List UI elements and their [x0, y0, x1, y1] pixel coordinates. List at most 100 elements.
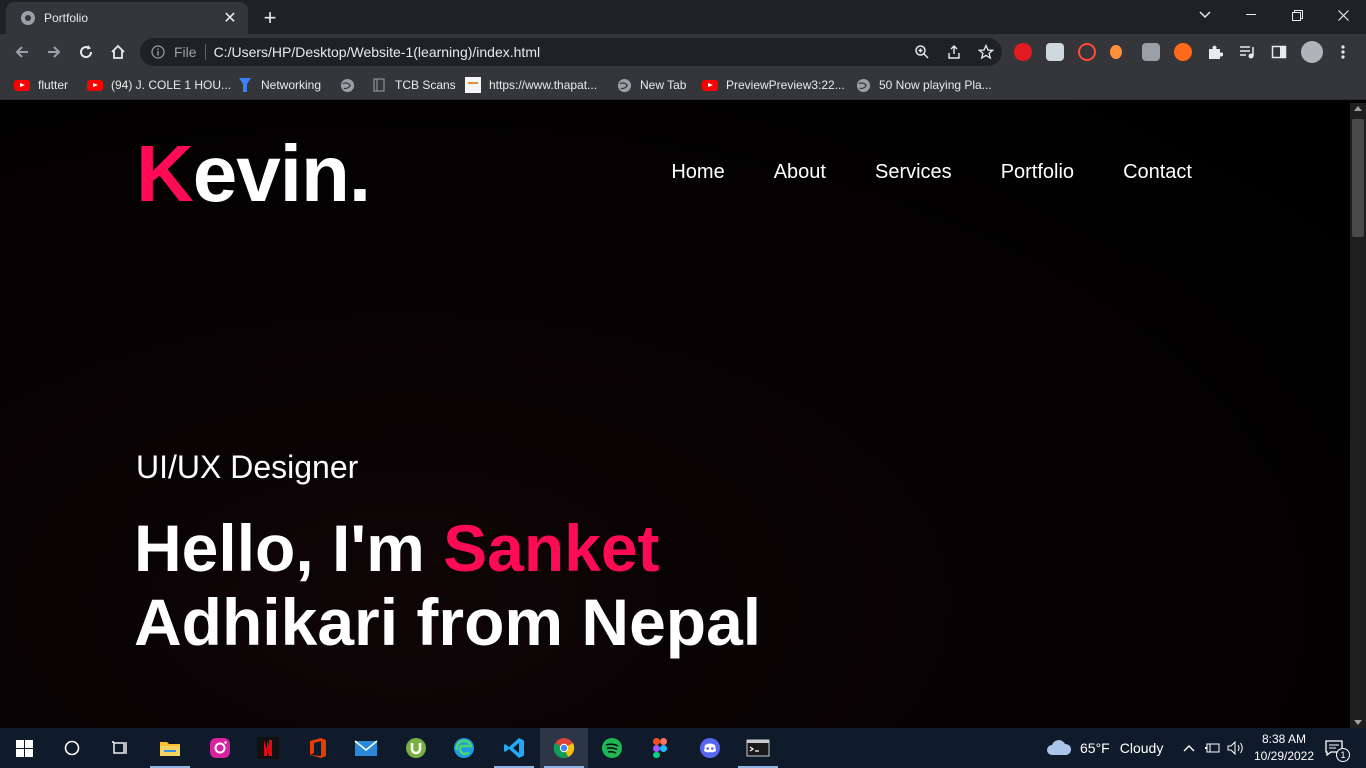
taskbar-clock[interactable]: 8:38 AM 10/29/2022: [1246, 731, 1322, 765]
weather-condition: Cloudy: [1119, 740, 1164, 756]
bookmark-flutter[interactable]: flutter: [14, 76, 68, 94]
figma-icon: [653, 738, 667, 758]
close-icon[interactable]: ✕: [220, 8, 240, 28]
bookmark-thapat[interactable]: https://www.thapat...: [465, 76, 597, 94]
tab-portfolio[interactable]: Portfolio ✕: [6, 2, 248, 34]
office-icon: [310, 738, 326, 758]
taskbar-instagram[interactable]: [196, 728, 244, 768]
restore-button[interactable]: [1274, 0, 1320, 30]
nav-home[interactable]: Home: [671, 161, 724, 184]
youtube-icon: [87, 77, 103, 93]
nav-contact[interactable]: Contact: [1123, 161, 1192, 184]
nav-portfolio[interactable]: Portfolio: [1001, 161, 1074, 184]
puzzle-icon[interactable]: [1206, 43, 1224, 61]
taskbar-netflix[interactable]: [244, 728, 292, 768]
taskbar-terminal[interactable]: [734, 728, 782, 768]
battery-button[interactable]: [1202, 728, 1222, 768]
logo-initial: K: [136, 129, 194, 218]
minimize-button[interactable]: [1228, 0, 1274, 30]
site-logo[interactable]: Kevin.: [136, 129, 371, 219]
taskbar-vscode[interactable]: [490, 728, 538, 768]
taskbar-utorrent[interactable]: [392, 728, 440, 768]
extension-adblock-icon[interactable]: [1014, 43, 1032, 61]
scroll-down-arrow-icon[interactable]: [1354, 720, 1362, 725]
notification-center-button[interactable]: 1: [1322, 728, 1350, 768]
close-icon: [1337, 9, 1349, 21]
netflix-icon: [257, 737, 279, 759]
taskbar-office[interactable]: [294, 728, 342, 768]
start-button[interactable]: [0, 728, 48, 768]
zoom-icon[interactable]: [906, 38, 938, 66]
extension-flame-icon[interactable]: [1110, 45, 1122, 59]
bookmark-now-playing[interactable]: 50 Now playing Pla...: [855, 76, 992, 94]
star-icon[interactable]: [970, 38, 1002, 66]
nav-services[interactable]: Services: [875, 161, 952, 184]
task-view-button[interactable]: [96, 728, 144, 768]
nav-about[interactable]: About: [774, 161, 826, 184]
reload-icon: [80, 45, 93, 59]
tab-strip: Portfolio ✕ +: [0, 0, 1366, 34]
back-button[interactable]: [8, 38, 36, 66]
divider: [204, 44, 206, 60]
home-button[interactable]: [104, 38, 132, 66]
site-nav: Home About Services Portfolio Contact: [622, 161, 1192, 184]
bookmark-new-tab[interactable]: New Tab: [616, 76, 686, 94]
scroll-up-arrow-icon[interactable]: [1354, 106, 1362, 111]
speaker-icon: [1227, 741, 1243, 755]
search-button[interactable]: [48, 728, 96, 768]
arrow-right-icon: [48, 46, 61, 58]
weather-widget[interactable]: 65°F Cloudy: [1046, 728, 1163, 768]
taskbar-spotify[interactable]: [588, 728, 636, 768]
bookmarks-bar: flutter (94) J. COLE 1 HOU... Networking…: [0, 70, 1366, 100]
info-icon[interactable]: [150, 44, 166, 60]
tab-search-button[interactable]: [1182, 0, 1228, 30]
taskbar-chrome[interactable]: [540, 728, 588, 768]
headline-line2: Adhikari from Nepal: [134, 585, 762, 659]
side-panel-icon[interactable]: [1270, 43, 1288, 61]
reload-button[interactable]: [72, 38, 100, 66]
youtube-icon: [14, 77, 30, 93]
chrome-icon: [553, 738, 575, 758]
bookmark-tcb-scans[interactable]: TCB Scans: [371, 76, 456, 94]
globe-icon: [616, 77, 632, 93]
extension-lock-icon[interactable]: [1142, 43, 1160, 61]
headline-name: Sanket: [443, 511, 660, 585]
taskbar-file-explorer[interactable]: [146, 728, 194, 768]
taskbar-discord[interactable]: [686, 728, 734, 768]
scroll-thumb[interactable]: [1352, 119, 1364, 237]
bookmark-preview[interactable]: PreviewPreview3:22...: [702, 76, 845, 94]
extension-tool-icon[interactable]: [1174, 43, 1192, 61]
volume-button[interactable]: [1226, 728, 1246, 768]
bookmark-j-cole[interactable]: (94) J. COLE 1 HOU...: [87, 76, 231, 94]
windows-taskbar: 65°F Cloudy 8:38 AM 10/29/2022 1: [0, 728, 1366, 768]
tray-overflow-button[interactable]: [1178, 728, 1200, 768]
address-url[interactable]: C:/Users/HP/Desktop/Website-1(learning)/…: [214, 44, 906, 60]
extension-page-icon[interactable]: [1046, 43, 1064, 61]
utorrent-icon: [406, 738, 426, 758]
globe-icon: [20, 10, 36, 26]
share-icon[interactable]: [938, 38, 970, 66]
globe-icon: [855, 77, 871, 93]
arrow-left-icon: [15, 46, 28, 58]
taskbar-figma[interactable]: [636, 728, 684, 768]
address-bar[interactable]: File C:/Users/HP/Desktop/Website-1(learn…: [140, 38, 1002, 66]
avatar[interactable]: [1301, 41, 1323, 63]
figure-icon: [237, 77, 253, 93]
close-window-button[interactable]: [1320, 0, 1366, 30]
extension-s-icon[interactable]: [1078, 43, 1096, 61]
battery-icon: [1205, 743, 1220, 753]
instagram-icon: [210, 738, 230, 758]
bookmark-globe[interactable]: [339, 76, 355, 94]
bookmark-networking[interactable]: Networking: [237, 76, 321, 94]
taskbar-mail[interactable]: [342, 728, 390, 768]
chevron-down-icon: [1199, 11, 1211, 19]
new-tab-button[interactable]: +: [256, 4, 284, 32]
menu-dots-icon[interactable]: [1334, 43, 1352, 61]
media-control-icon[interactable]: [1238, 43, 1256, 61]
page-icon: [465, 77, 481, 93]
restore-icon: [1291, 9, 1303, 21]
page-scrollbar[interactable]: [1350, 103, 1366, 728]
taskbar-edge[interactable]: [440, 728, 488, 768]
weather-temp: 65°F: [1080, 740, 1110, 756]
forward-button[interactable]: [40, 38, 68, 66]
